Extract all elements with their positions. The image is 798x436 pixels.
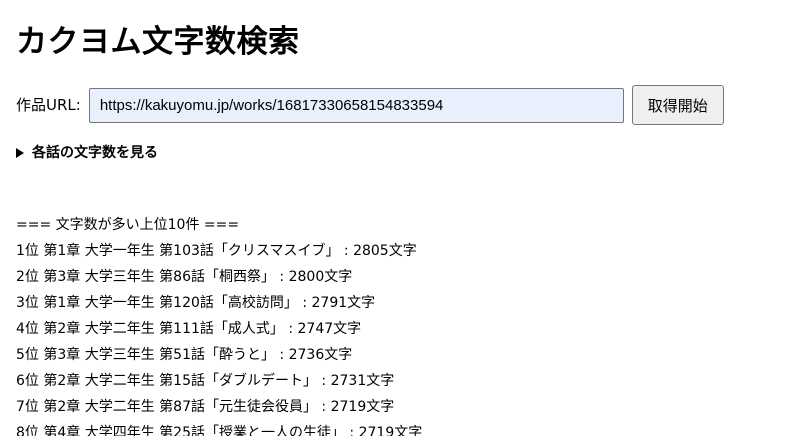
result-line: 3位 第1章 大学一年生 第120話「高校訪問」 : 2791文字 [16, 295, 376, 311]
details-summary-label: 各話の文字数を見る [32, 145, 158, 161]
url-label: 作品URL: [16, 96, 81, 114]
result-line: 8位 第4章 大学四年生 第25話「授業と一人の生徒」 : 2719文字 [16, 425, 423, 436]
result-line: 4位 第2章 大学二年生 第111話「成人式」 : 2747文字 [16, 321, 362, 337]
result-line: 6位 第2章 大学二年生 第15話「ダブルデート」 : 2731文字 [16, 373, 395, 389]
episode-details-toggle[interactable]: 各話の文字数を見る [16, 143, 158, 163]
url-input[interactable] [88, 87, 624, 123]
page-title: カクヨム文字数検索 [16, 24, 300, 60]
fetch-start-button[interactable]: 取得開始 [631, 85, 724, 125]
result-line: 2位 第3章 大学三年生 第86話「桐西祭」 : 2800文字 [16, 269, 353, 285]
results-header: === 文字数が多い上位10件 === [16, 217, 240, 233]
results-output: === 文字数が多い上位10件 === 1位 第1章 大学一年生 第103話「ク… [16, 212, 422, 436]
result-line: 5位 第3章 大学三年生 第51話「酔うと」 : 2736文字 [16, 347, 353, 363]
result-line: 7位 第2章 大学二年生 第87話「元生徒会役員」 : 2719文字 [16, 399, 395, 415]
disclosure-triangle-icon [16, 148, 24, 158]
url-form: 作品URL: 取得開始 [16, 85, 724, 125]
result-line: 1位 第1章 大学一年生 第103話「クリスマスイブ」 : 2805文字 [16, 243, 417, 259]
